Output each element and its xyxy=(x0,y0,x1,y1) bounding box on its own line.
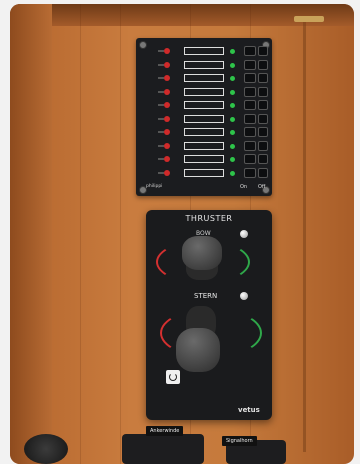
switch-label-slot xyxy=(184,74,224,82)
bow-joystick[interactable] xyxy=(182,236,222,270)
fuse-icon xyxy=(158,88,170,95)
lower-panel-left xyxy=(122,434,204,464)
green-led-icon xyxy=(230,76,235,81)
bow-indicator-led xyxy=(240,230,248,238)
green-led-icon xyxy=(230,89,235,95)
switch-label-slot xyxy=(184,155,224,163)
rocker-switch[interactable] xyxy=(244,100,256,110)
switch-row xyxy=(136,167,272,180)
green-led-icon xyxy=(230,130,235,135)
fuse-icon xyxy=(158,156,170,162)
switch-label-slot xyxy=(184,60,224,69)
stern-indicator-led xyxy=(240,292,248,300)
green-led-icon xyxy=(230,157,235,162)
wood-grain xyxy=(80,4,81,464)
door-edge xyxy=(303,22,306,452)
panel-brand: philippi xyxy=(146,184,163,189)
rocker-switch[interactable] xyxy=(244,127,256,137)
switch-row xyxy=(136,127,272,139)
fuse-icon xyxy=(158,169,170,176)
rocker-switch-off[interactable] xyxy=(258,127,268,137)
stern-label: STERN xyxy=(194,292,218,300)
switch-row xyxy=(136,100,272,112)
rocker-switch-off[interactable] xyxy=(258,46,268,56)
rocker-switch[interactable] xyxy=(244,73,256,83)
rocker-switch[interactable] xyxy=(244,86,256,97)
rocker-switch-off[interactable] xyxy=(258,59,268,70)
switch-row xyxy=(136,73,272,85)
green-led-icon xyxy=(230,103,235,108)
fuse-icon xyxy=(158,102,170,108)
power-button[interactable] xyxy=(166,370,180,384)
switch-row xyxy=(136,113,272,126)
hinge xyxy=(294,16,324,22)
rocker-switch-off[interactable] xyxy=(258,86,268,97)
thruster-brand: vetus xyxy=(238,406,260,414)
rocker-switch[interactable] xyxy=(244,167,256,178)
thruster-title: THRUSTER xyxy=(185,214,233,223)
fuse-icon xyxy=(158,115,170,122)
green-led-icon xyxy=(230,116,235,122)
switch-label-slot xyxy=(184,114,224,123)
rocker-switch[interactable] xyxy=(244,113,256,124)
photo-frame: philippi On Off THRUSTER BOW STERN vetus… xyxy=(10,4,354,464)
green-led-icon xyxy=(230,170,235,176)
switch-label-slot xyxy=(184,128,224,136)
fuse-icon xyxy=(158,129,170,135)
round-fitting xyxy=(24,434,68,464)
rocker-switch-off[interactable] xyxy=(258,140,268,151)
rocker-switch-off[interactable] xyxy=(258,113,268,124)
switch-label-slot xyxy=(184,141,224,150)
fuse-icon xyxy=(158,75,170,81)
switch-row xyxy=(136,46,272,58)
on-label: On xyxy=(240,184,248,190)
switch-panel: philippi On Off xyxy=(136,38,272,196)
label-ankerwinde: Ankerwinde xyxy=(146,426,184,436)
off-label: Off xyxy=(258,184,266,190)
green-led-icon xyxy=(230,62,235,68)
wood-grain xyxy=(120,4,121,464)
rocker-switch-off[interactable] xyxy=(258,167,268,178)
fuse-icon xyxy=(158,61,170,68)
stern-joystick[interactable] xyxy=(176,328,220,372)
label-signalhorn: Signalhorn xyxy=(222,436,257,446)
switch-label-slot xyxy=(184,47,224,55)
switch-label-slot xyxy=(184,87,224,96)
rocker-switch[interactable] xyxy=(244,46,256,56)
rocker-switch[interactable] xyxy=(244,140,256,151)
switch-row xyxy=(136,154,272,166)
rocker-switch-off[interactable] xyxy=(258,73,268,83)
green-led-icon xyxy=(230,143,235,149)
rocker-switch[interactable] xyxy=(244,59,256,70)
switch-label-slot xyxy=(184,168,224,177)
switch-row xyxy=(136,59,272,72)
fuse-icon xyxy=(158,142,170,149)
rocker-switch-off[interactable] xyxy=(258,100,268,110)
green-led-icon xyxy=(230,49,235,54)
rocker-switch-off[interactable] xyxy=(258,154,268,164)
fuse-icon xyxy=(158,48,170,54)
switch-label-slot xyxy=(184,101,224,109)
thruster-panel: THRUSTER BOW STERN vetus xyxy=(146,210,272,420)
cabinet-left-wall xyxy=(10,4,52,464)
switch-row xyxy=(136,86,272,99)
switch-row xyxy=(136,140,272,153)
power-icon xyxy=(169,373,177,381)
rocker-switch[interactable] xyxy=(244,154,256,164)
